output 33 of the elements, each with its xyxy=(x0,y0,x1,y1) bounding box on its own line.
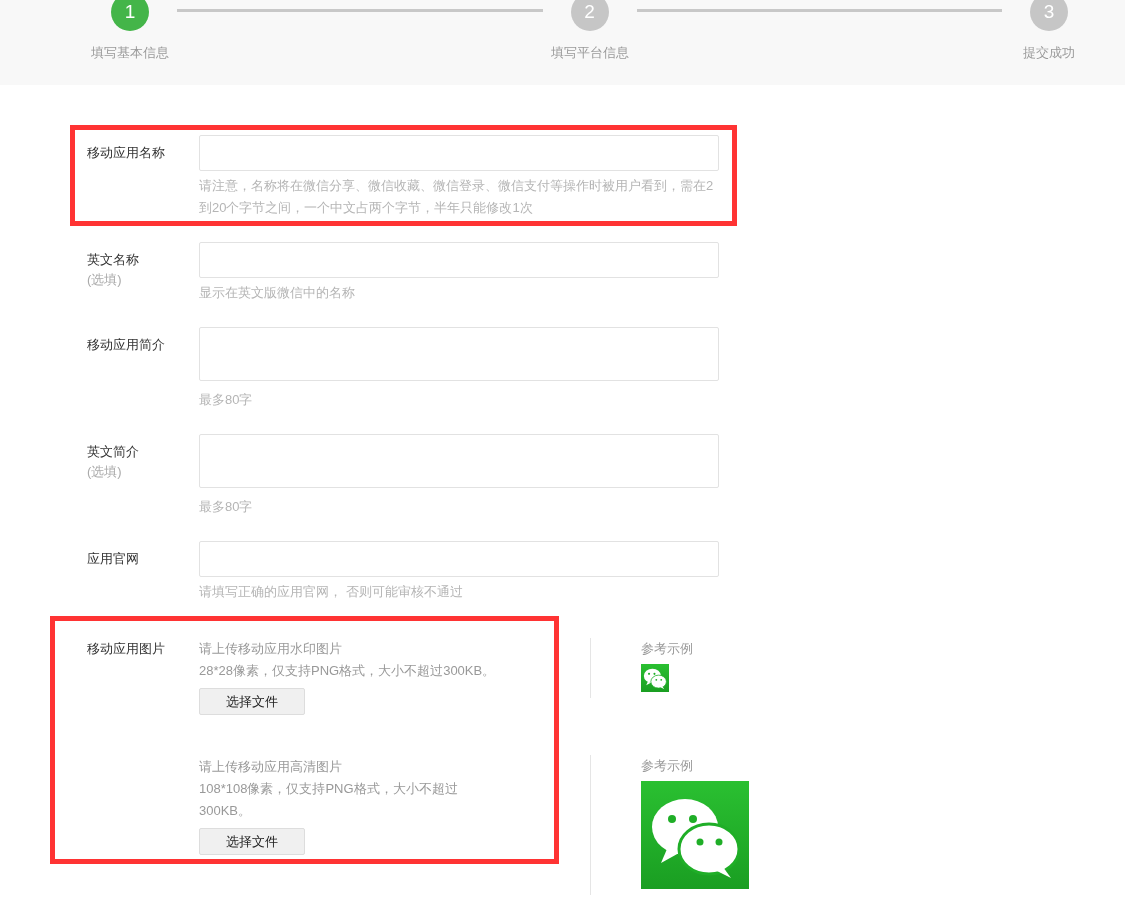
field-hint: 最多80字 xyxy=(199,391,254,409)
input-field[interactable] xyxy=(199,242,719,278)
chat-bubbles-icon xyxy=(641,664,669,692)
field-hint: 请填写正确的应用官网， 否则可能审核不通过 xyxy=(199,583,464,601)
optional-note: (选填) xyxy=(87,463,123,481)
step-label: 填写基本信息 xyxy=(91,44,169,62)
reference-label: 参考示例 xyxy=(641,640,694,658)
text-area[interactable] xyxy=(199,327,719,381)
field-hint: 显示在英文版微信中的名称 xyxy=(199,284,356,302)
field-label: 移动应用名称 xyxy=(87,144,166,162)
field-hint: 最多80字 xyxy=(199,498,254,516)
choose-file-button[interactable]: 选择文件 xyxy=(199,828,305,855)
step-label: 提交成功 xyxy=(1023,44,1075,62)
step-number: 2 xyxy=(570,0,609,31)
input-field[interactable] xyxy=(199,541,719,577)
field-label: 应用官网 xyxy=(87,550,140,568)
step-number: 1 xyxy=(111,0,149,31)
reference-label: 参考示例 xyxy=(641,757,694,775)
upload-requirements: 28*28像素，仅支持PNG格式，大小不超过300KB。 xyxy=(199,662,497,680)
chat-bubbles-icon xyxy=(641,781,749,889)
upload-title: 请上传移动应用水印图片 xyxy=(199,640,343,658)
field-label: 移动应用图片 xyxy=(87,640,166,658)
text-area[interactable] xyxy=(199,434,719,488)
field-label: 移动应用简介 xyxy=(87,336,166,354)
choose-file-button[interactable]: 选择文件 xyxy=(199,688,305,715)
field-label: 英文简介 xyxy=(87,443,140,461)
input-field[interactable] xyxy=(199,135,719,171)
upload-requirements: 108*108像素，仅支持PNG格式，大小不超过300KB。 xyxy=(199,780,459,820)
step-number: 3 xyxy=(1030,0,1068,31)
upload-title: 请上传移动应用高清图片 xyxy=(199,758,343,776)
field-label: 英文名称 xyxy=(87,251,140,269)
step-label: 填写平台信息 xyxy=(550,44,629,62)
optional-note: (选填) xyxy=(87,271,123,289)
